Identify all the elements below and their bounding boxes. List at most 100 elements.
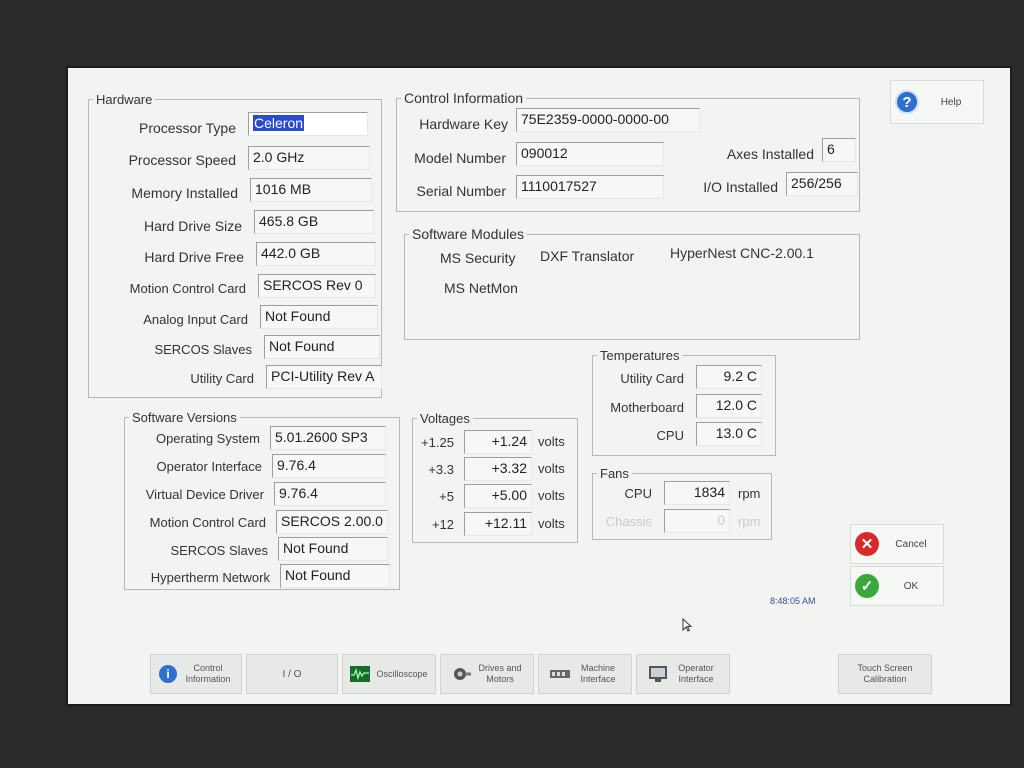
axes-installed-field: 6 — [822, 138, 856, 162]
machine-interface-icon — [550, 670, 570, 678]
motion-control-card-field: SERCOS Rev 0 — [258, 274, 376, 298]
monitor-icon — [649, 666, 667, 682]
fan-cpu-label: CPU — [624, 486, 652, 501]
sw-motion-control-card-label: Motion Control Card — [149, 515, 266, 530]
hardware-legend: Hardware — [96, 92, 153, 107]
memory-installed-label: Memory Installed — [131, 185, 238, 201]
fan-cpu-field: 1834 — [664, 481, 730, 505]
tab-io[interactable]: I / O — [246, 654, 338, 694]
tab-machine-interface[interactable]: Machine Interface — [538, 654, 632, 694]
tab-drives-and-motors[interactable]: Drives and Motors — [440, 654, 534, 694]
cancel-button[interactable]: ✕ Cancel — [850, 524, 944, 564]
temp-utility-card-field: 9.2 C — [696, 365, 762, 389]
voltage-3-3-field: +3.32 — [464, 457, 532, 481]
help-label: Help — [940, 96, 962, 108]
voltage-5-field: +5.00 — [464, 484, 532, 508]
hardware-key-field: 75E2359-0000-0000-00 — [516, 108, 700, 132]
hypertherm-network-label: Hypertherm Network — [150, 570, 270, 585]
voltage-1-25-field: +1.24 — [464, 430, 532, 454]
sw-sercos-slaves-label: SERCOS Slaves — [170, 543, 268, 558]
voltage-12-unit: volts — [538, 516, 565, 531]
temp-motherboard-label: Motherboard — [610, 400, 684, 415]
touch-screen-calibration-label: Touch Screen Calibration — [857, 663, 913, 684]
utility-card-label: Utility Card — [190, 371, 254, 386]
sercos-slaves-label: SERCOS Slaves — [154, 342, 252, 357]
tab-control-information-label: Control Information — [185, 663, 231, 684]
ok-check-icon: ✓ — [855, 574, 879, 598]
cancel-label: Cancel — [895, 538, 927, 550]
io-installed-field: 256/256 — [786, 172, 858, 196]
hard-drive-size-field: 465.8 GB — [254, 210, 374, 234]
oscilloscope-icon — [350, 666, 371, 682]
temp-cpu-label: CPU — [656, 428, 684, 443]
serial-number-label: Serial Number — [416, 183, 506, 199]
operator-interface-field: 9.76.4 — [272, 454, 386, 478]
motor-icon — [454, 668, 471, 680]
ok-button[interactable]: ✓ OK — [850, 566, 944, 606]
tab-oscilloscope-label: Oscilloscope — [376, 668, 428, 679]
operating-system-field: 5.01.2600 SP3 — [270, 426, 386, 450]
sercos-slaves-field: Not Found — [264, 335, 380, 359]
model-number-label: Model Number — [414, 150, 506, 166]
voltage-12-field: +12.11 — [464, 512, 532, 536]
utility-card-field: PCI-Utility Rev A — [266, 365, 382, 389]
virtual-device-driver-field: 9.76.4 — [274, 482, 386, 506]
software-modules-legend: Software Modules — [412, 226, 525, 242]
fan-chassis-field: 0 — [664, 509, 730, 533]
module-dxf-translator: DXF Translator — [540, 248, 635, 264]
serial-number-field: 1110017527 — [516, 175, 664, 199]
voltage-1-25-label: +1.25 — [421, 435, 454, 450]
bottom-tab-bar: i Control Information I / O Oscilloscope… — [68, 654, 1010, 704]
analog-input-card-field: Not Found — [260, 305, 378, 329]
processor-speed-field: 2.0 GHz — [248, 146, 370, 170]
module-ms-security: MS Security — [440, 250, 516, 266]
temp-utility-card-label: Utility Card — [620, 371, 684, 386]
temp-cpu-field: 13.0 C — [696, 422, 762, 446]
operating-system-label: Operating System — [155, 431, 260, 446]
motion-control-card-label: Motion Control Card — [129, 281, 246, 296]
sw-motion-control-card-field: SERCOS 2.00.0 — [276, 510, 388, 534]
tab-machine-interface-label: Machine Interface — [580, 663, 616, 684]
touch-screen-calibration-button[interactable]: Touch Screen Calibration — [838, 654, 932, 694]
fan-chassis-unit: rpm — [738, 514, 761, 529]
tab-operator-interface-label: Operator Interface — [678, 663, 714, 684]
virtual-device-driver-label: Virtual Device Driver — [145, 487, 264, 502]
voltage-3-3-unit: volts — [538, 461, 565, 476]
control-information-legend: Control Information — [404, 90, 524, 106]
processor-type-field[interactable]: Celeron — [248, 112, 368, 136]
module-ms-netmon: MS NetMon — [444, 280, 518, 296]
tab-io-label: I / O — [282, 668, 302, 680]
info-icon: i — [159, 665, 177, 683]
software-versions-legend: Software Versions — [132, 410, 237, 425]
fan-chassis-label: Chassis — [605, 514, 652, 529]
help-button[interactable]: ? Help — [890, 80, 984, 124]
clock-time: 8:48:05 AM — [770, 596, 816, 606]
tab-control-information[interactable]: i Control Information — [150, 654, 242, 694]
axes-installed-label: Axes Installed — [726, 146, 814, 162]
hard-drive-free-label: Hard Drive Free — [144, 249, 244, 265]
hard-drive-size-label: Hard Drive Size — [143, 218, 242, 234]
fans-legend: Fans — [600, 466, 629, 481]
voltage-5-unit: volts — [538, 488, 565, 503]
operator-interface-label: Operator Interface — [156, 459, 263, 474]
ok-label: OK — [903, 580, 919, 592]
voltages-legend: Voltages — [420, 411, 470, 426]
tab-operator-interface[interactable]: Operator Interface — [636, 654, 730, 694]
voltage-5-label: +5 — [439, 489, 454, 504]
module-hypernest-cnc: HyperNest CNC-2.00.1 — [670, 245, 814, 261]
processor-type-value: Celeron — [253, 115, 305, 131]
analog-input-card-label: Analog Input Card — [143, 312, 248, 327]
temp-motherboard-field: 12.0 C — [696, 394, 762, 418]
diagnostics-screen: Hardware Processor Type Celeron Processo… — [66, 66, 1012, 706]
tab-oscilloscope[interactable]: Oscilloscope — [342, 654, 436, 694]
model-number-field: 090012 — [516, 142, 664, 166]
sw-sercos-slaves-field: Not Found — [278, 537, 388, 561]
mouse-cursor-icon — [682, 618, 692, 632]
fan-cpu-unit: rpm — [738, 486, 761, 501]
voltage-3-3-label: +3.3 — [428, 462, 454, 477]
io-installed-label: I/O Installed — [703, 179, 778, 195]
processor-type-label: Processor Type — [138, 120, 236, 136]
memory-installed-field: 1016 MB — [250, 178, 372, 202]
help-icon: ? — [895, 90, 919, 114]
hardware-key-label: Hardware Key — [419, 116, 508, 132]
